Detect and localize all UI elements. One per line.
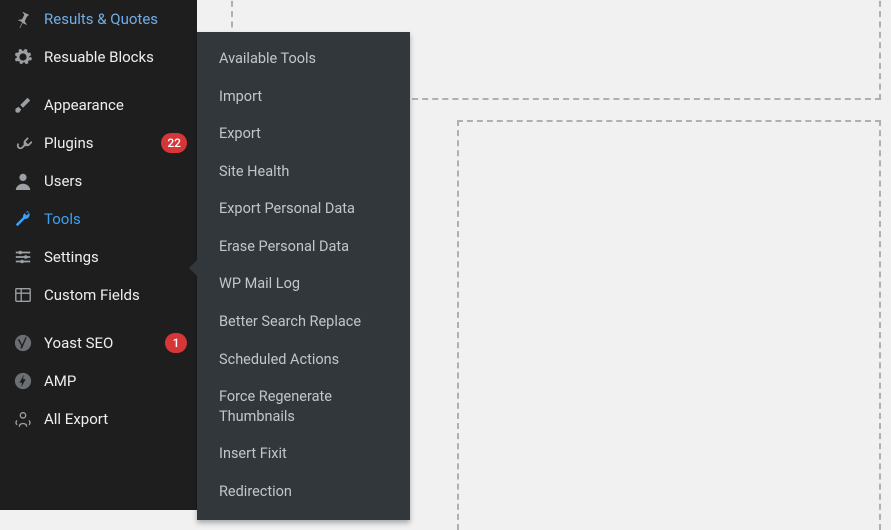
sidebar-item-label: Tools — [44, 210, 187, 228]
submenu-item-wp-mail-log[interactable]: WP Mail Log — [197, 265, 410, 303]
sidebar-item-appearance[interactable]: Appearance — [0, 86, 197, 124]
sidebar-item-label: Plugins — [44, 134, 155, 152]
wrench-icon — [12, 208, 34, 230]
submenu-item-scheduled-actions[interactable]: Scheduled Actions — [197, 341, 410, 379]
sidebar-item-reusable-blocks[interactable]: Resuable Blocks — [0, 38, 197, 76]
sidebar-item-results-quotes[interactable]: Results & Quotes — [0, 0, 197, 38]
gear-icon — [12, 46, 34, 68]
plugins-badge: 22 — [161, 133, 187, 153]
sidebar-item-label: Yoast SEO — [44, 334, 159, 352]
sidebar-item-label: Results & Quotes — [44, 10, 187, 28]
sliders-icon — [12, 246, 34, 268]
yoast-badge: 1 — [165, 333, 187, 353]
sidebar-item-label: Custom Fields — [44, 286, 187, 304]
brush-icon — [12, 94, 34, 116]
amp-icon — [12, 370, 34, 392]
sidebar-item-tools[interactable]: Tools — [0, 200, 197, 238]
tools-submenu: Available Tools Import Export Site Healt… — [197, 32, 410, 520]
grid-icon — [12, 284, 34, 306]
dashed-placeholder-bottom — [457, 120, 881, 530]
sidebar-item-label: Settings — [44, 248, 187, 266]
sidebar-item-custom-fields[interactable]: Custom Fields — [0, 276, 197, 314]
user-icon — [12, 170, 34, 192]
sidebar-item-all-export[interactable]: All Export — [0, 400, 197, 438]
sidebar-item-users[interactable]: Users — [0, 162, 197, 200]
submenu-item-force-regenerate-thumbnails[interactable]: Force Regenerate Thumbnails — [197, 378, 410, 435]
sidebar-item-label: All Export — [44, 410, 187, 428]
submenu-item-redirection[interactable]: Redirection — [197, 473, 410, 511]
sidebar-item-yoast-seo[interactable]: Yoast SEO 1 — [0, 324, 197, 362]
submenu-item-import[interactable]: Import — [197, 78, 410, 116]
sidebar-item-label: Resuable Blocks — [44, 48, 187, 66]
sidebar-item-plugins[interactable]: Plugins 22 — [0, 124, 197, 162]
submenu-item-erase-personal-data[interactable]: Erase Personal Data — [197, 228, 410, 266]
submenu-item-export[interactable]: Export — [197, 115, 410, 153]
submenu-item-site-health[interactable]: Site Health — [197, 153, 410, 191]
submenu-item-available-tools[interactable]: Available Tools — [197, 40, 410, 78]
sidebar-item-label: Users — [44, 172, 187, 190]
yoast-icon — [12, 332, 34, 354]
sidebar-item-label: AMP — [44, 372, 187, 390]
menu-separator — [0, 314, 197, 324]
submenu-item-insert-fixit[interactable]: Insert Fixit — [197, 435, 410, 473]
sidebar-item-label: Appearance — [44, 96, 187, 114]
sidebar-item-settings[interactable]: Settings — [0, 238, 197, 276]
plug-icon — [12, 132, 34, 154]
pin-icon — [12, 8, 34, 30]
submenu-item-export-personal-data[interactable]: Export Personal Data — [197, 190, 410, 228]
export-icon — [12, 408, 34, 430]
sidebar-item-amp[interactable]: AMP — [0, 362, 197, 400]
menu-separator — [0, 76, 197, 86]
submenu-item-better-search-replace[interactable]: Better Search Replace — [197, 303, 410, 341]
admin-sidebar: Results & Quotes Resuable Blocks Appeara… — [0, 0, 197, 510]
